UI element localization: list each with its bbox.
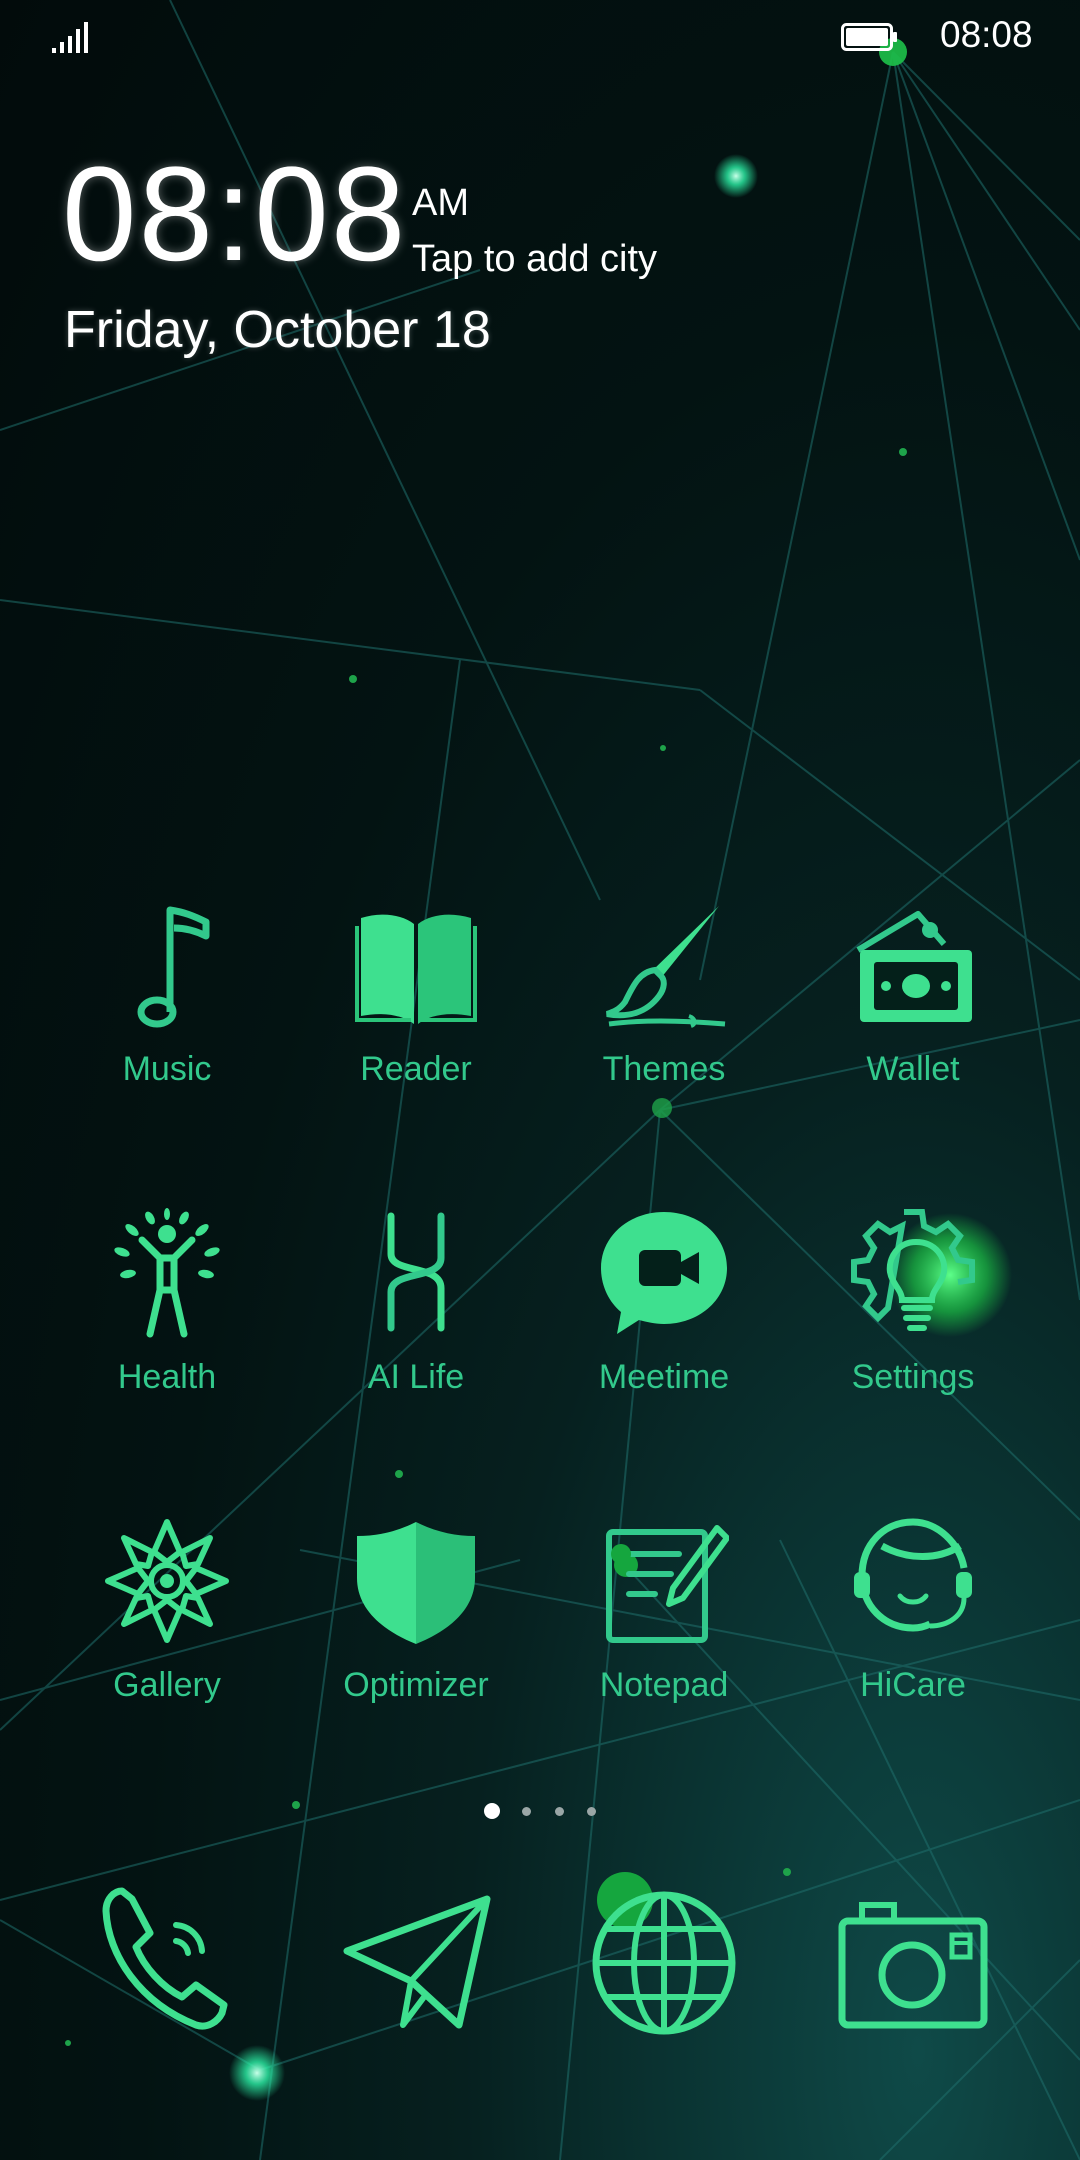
- status-time: 08:08: [940, 14, 1033, 55]
- notepad-icon: [606, 1525, 729, 1643]
- app-wallet[interactable]: Wallet: [813, 900, 1013, 1140]
- app-label: Meetime: [598, 1358, 730, 1396]
- paper-plane-icon[interactable]: [341, 1885, 491, 2035]
- globe-icon[interactable]: [589, 1885, 739, 2035]
- app-label: HiCare: [860, 1666, 966, 1704]
- app-optimizer[interactable]: Optimizer: [316, 1516, 516, 1756]
- page-indicator[interactable]: [480, 1802, 610, 1822]
- camera-icon[interactable]: [838, 1885, 988, 2035]
- music-note-icon: [137, 906, 210, 1028]
- app-ai-life[interactable]: AI Life: [316, 1208, 516, 1448]
- app-label: Gallery: [113, 1666, 221, 1704]
- clock-date[interactable]: Friday, October 18: [64, 300, 491, 360]
- app-notepad[interactable]: Notepad: [564, 1516, 764, 1756]
- headset-icon: [854, 1518, 972, 1632]
- app-settings[interactable]: Settings: [813, 1208, 1013, 1448]
- wallet-icon: [856, 911, 972, 1022]
- app-health[interactable]: Health: [67, 1208, 267, 1448]
- app-label: Music: [122, 1050, 212, 1088]
- app-music[interactable]: Music: [67, 900, 267, 1140]
- status-bar: 08:08: [0, 0, 1080, 76]
- add-city-prompt[interactable]: Tap to add city: [412, 238, 657, 281]
- app-label: Wallet: [866, 1050, 960, 1088]
- paintbrush-icon: [606, 906, 726, 1028]
- phone-icon[interactable]: [92, 1885, 242, 2035]
- app-label: Health: [117, 1358, 217, 1396]
- page-dot-1[interactable]: [484, 1803, 500, 1819]
- app-label: Settings: [851, 1358, 975, 1396]
- battery-icon: [841, 23, 897, 51]
- app-meetime[interactable]: Meetime: [564, 1208, 764, 1448]
- signal-icon: [52, 22, 88, 53]
- page-dot-4[interactable]: [587, 1807, 596, 1816]
- flower-icon: [105, 1519, 229, 1643]
- gear-bulb-icon: [851, 1209, 975, 1331]
- app-label: Optimizer: [343, 1666, 489, 1704]
- clock-ampm: AM: [412, 182, 469, 224]
- shield-icon: [357, 1522, 475, 1644]
- app-label: Themes: [602, 1050, 726, 1088]
- ai-life-icon: [387, 1212, 445, 1332]
- health-person-icon: [114, 1208, 220, 1338]
- app-label: Notepad: [599, 1666, 729, 1704]
- clock-time[interactable]: 08:08: [62, 148, 407, 282]
- app-reader[interactable]: Reader: [316, 900, 516, 1140]
- app-gallery[interactable]: Gallery: [67, 1516, 267, 1756]
- video-call-icon: [601, 1212, 727, 1334]
- app-hicare[interactable]: HiCare: [813, 1516, 1013, 1756]
- home-screen: 08:08 08:08 AM Tap to add city Friday, O…: [0, 0, 1080, 2160]
- page-dot-2[interactable]: [522, 1807, 531, 1816]
- app-label: AI Life: [367, 1358, 465, 1396]
- book-icon: [355, 914, 477, 1024]
- app-label: Reader: [360, 1050, 472, 1088]
- page-dot-3[interactable]: [555, 1807, 564, 1816]
- app-themes[interactable]: Themes: [564, 900, 764, 1140]
